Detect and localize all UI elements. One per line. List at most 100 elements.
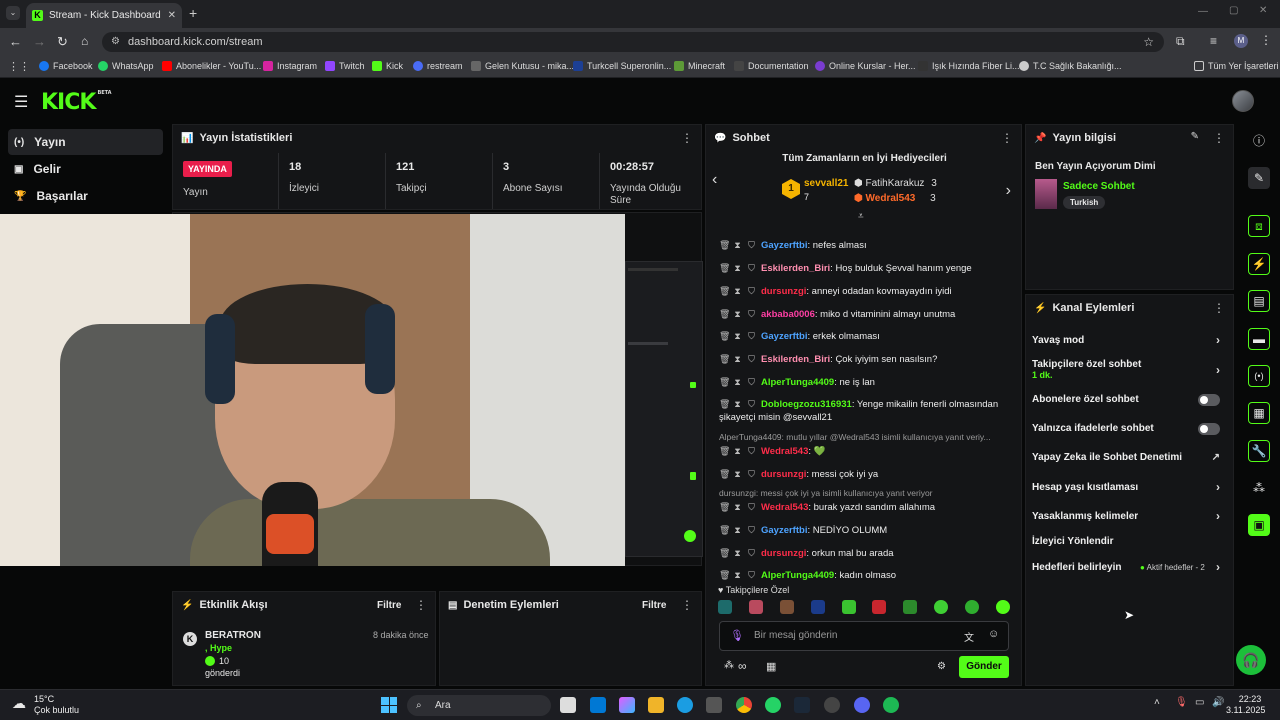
forward-icon[interactable]: → (33, 34, 46, 49)
edit-icon[interactable]: ✎ (1248, 167, 1270, 189)
edge-icon[interactable] (677, 697, 693, 713)
home-icon[interactable]: ⌂ (81, 34, 88, 48)
layout-tool-icon[interactable]: ▦ (1248, 402, 1270, 424)
kick-logo[interactable]: KICK BETA (41, 90, 112, 115)
ai-moderation-row[interactable]: Yapay Zeka ile Sohbet Denetimi ↗ (1032, 452, 1228, 463)
stats-menu-icon[interactable]: ⋮ (681, 131, 693, 145)
browser-tab[interactable]: K Stream - Kick Dashboard ✕ (26, 3, 182, 28)
trash-icon[interactable]: 🗑 (719, 500, 730, 514)
trash-icon[interactable]: 🗑 (719, 523, 730, 537)
chat-username[interactable]: AlperTunga4409 (761, 570, 834, 581)
bookmark-minecraft[interactable]: Minecraft (674, 61, 725, 71)
goals-row[interactable]: Hedefleri belirleyin ● Aktif hedefler - 2… (1032, 560, 1228, 574)
add-widget-icon[interactable]: ▣ (1248, 514, 1270, 536)
emote-only-toggle[interactable] (1198, 423, 1220, 435)
timeout-icon[interactable]: ⧗ (733, 500, 742, 514)
reading-list-icon[interactable]: ≡ (1210, 34, 1217, 48)
bookmark-facebook[interactable]: Facebook (39, 61, 93, 71)
support-headset-icon[interactable]: 🎧 (1236, 645, 1266, 675)
network-icon[interactable]: ▭ (1195, 697, 1204, 708)
viewer-redirect-row[interactable]: İzleyici Yönlendir (1032, 536, 1228, 547)
timeout-icon[interactable]: ⧗ (733, 261, 742, 275)
trash-icon[interactable]: 🗑 (719, 261, 730, 275)
chat-username[interactable]: dursunzgi (761, 469, 806, 480)
timeout-icon[interactable]: ⧗ (733, 352, 742, 366)
trash-icon[interactable]: 🗑 (719, 467, 730, 481)
extensions-icon[interactable]: ⧉ (1176, 34, 1185, 49)
obs-icon[interactable] (824, 697, 840, 713)
followers-chat-row[interactable]: Takipçilere özel sohbet 1 dk. › (1032, 359, 1228, 380)
volume-icon[interactable]: 🔊 (1212, 697, 1224, 708)
lightning-tool-icon[interactable]: ⚡ (1248, 253, 1270, 275)
moderation-menu-icon[interactable]: ⋮ (681, 598, 693, 612)
trash-icon[interactable]: 🗑 (719, 397, 730, 411)
trash-icon[interactable]: 🗑 (719, 546, 730, 560)
spotify-icon[interactable] (883, 697, 899, 713)
clip-icon[interactable]: ⧈ (1248, 215, 1270, 237)
info-icon[interactable]: ⓘ (1248, 129, 1270, 151)
timeout-icon[interactable]: ⧗ (733, 568, 742, 582)
emote-icon[interactable] (872, 600, 887, 614)
chat-username[interactable]: AlperTunga4409 (761, 377, 834, 388)
trash-icon[interactable]: 🗑 (719, 307, 730, 321)
bookmark-online-courses[interactable]: Online Kurslar - Her... (815, 61, 916, 71)
timeout-icon[interactable]: ⧗ (733, 444, 742, 458)
maximize-icon[interactable]: ▢ (1229, 5, 1238, 16)
timeout-icon[interactable]: ⧗ (733, 523, 742, 537)
activity-menu-icon[interactable]: ⋮ (415, 598, 427, 612)
tab-search-icon[interactable]: ⌄ (6, 6, 20, 20)
moderation-filter-button[interactable]: Filtre (642, 600, 666, 611)
trash-icon[interactable]: 🗑 (719, 568, 730, 582)
trash-icon[interactable]: 🗑 (719, 329, 730, 343)
chat-username[interactable]: dursunzgi (761, 548, 806, 559)
chat-tool-icon[interactable]: ▬ (1248, 328, 1270, 350)
new-tab-icon[interactable]: + (189, 5, 197, 21)
bookmark-whatsapp[interactable]: WhatsApp (98, 61, 154, 71)
category-thumbnail[interactable] (1035, 179, 1057, 209)
trash-icon[interactable]: 🗑 (719, 352, 730, 366)
chat-username[interactable]: Eskilerden_Biri (761, 354, 830, 365)
windows-start-icon[interactable] (381, 697, 397, 713)
clock-date[interactable]: 3.11.2025 (1226, 705, 1265, 715)
store-icon[interactable]: ▦ (766, 660, 776, 673)
banned-words-row[interactable]: Yasaklanmış kelimeler › (1032, 509, 1228, 523)
chat-username[interactable]: Eskilerden_Biri (761, 263, 830, 274)
timeout-icon[interactable]: ⧗ (733, 284, 742, 298)
bookmark-saglik[interactable]: T.C Sağlık Bakanlığı... (1019, 61, 1122, 71)
chat-username[interactable]: Gayzerftbi (761, 331, 807, 342)
category-name[interactable]: Sadece Sohbet (1063, 181, 1135, 192)
timeout-icon[interactable]: ⧗ (733, 238, 742, 252)
user-avatar[interactable] (1232, 90, 1254, 112)
emote-icon[interactable] (903, 600, 918, 614)
chat-menu-icon[interactable]: ⋮ (1001, 131, 1013, 145)
reload-icon[interactable]: ↻ (57, 34, 68, 50)
hamburger-menu-icon[interactable]: ☰ (14, 92, 28, 112)
nav-item-gelir[interactable]: ▣ Gelir (8, 156, 163, 182)
slow-mode-row[interactable]: Yavaş mod › (1032, 333, 1228, 347)
chat-username[interactable]: Gayzerftbi (761, 525, 807, 536)
bookmark-twitch[interactable]: Twitch (325, 61, 365, 71)
task-view-icon[interactable] (560, 697, 576, 713)
chat-settings-icon[interactable]: ⚙ (937, 661, 946, 672)
emote-icon[interactable] (748, 600, 763, 614)
translate-icon[interactable]: 文 (964, 629, 974, 644)
close-window-icon[interactable]: ✕ (1259, 5, 1267, 16)
emote-icon[interactable] (810, 600, 825, 614)
emote-icon[interactable] (718, 600, 732, 614)
age-restriction-row[interactable]: Hesap yaşı kısıtlaması › (1032, 480, 1228, 494)
activity-filter-button[interactable]: Filtre (377, 600, 401, 611)
whatsapp-app-icon[interactable] (765, 697, 781, 713)
emote-icon[interactable] (779, 600, 794, 614)
emote-icon[interactable] (841, 600, 856, 614)
emoji-icon[interactable]: ☺ (988, 628, 999, 640)
chat-username[interactable]: Wedral543 (761, 502, 808, 513)
chat-input[interactable]: 🎙 Bir mesaj gönderin 文 ☺ (719, 621, 1009, 651)
bookmark-fiber[interactable]: Işık Hızında Fiber Li... (918, 61, 1020, 71)
trash-icon[interactable]: 🗑 (719, 375, 730, 389)
emote-icon[interactable] (995, 600, 1010, 614)
channel-actions-menu-icon[interactable]: ⋮ (1213, 301, 1225, 315)
timeout-icon[interactable]: ⧗ (733, 467, 742, 481)
bookmark-mail[interactable]: Gelen Kutusu - mika... (471, 61, 574, 71)
profile-avatar[interactable]: M (1234, 34, 1248, 48)
chrome-icon[interactable] (736, 697, 752, 713)
